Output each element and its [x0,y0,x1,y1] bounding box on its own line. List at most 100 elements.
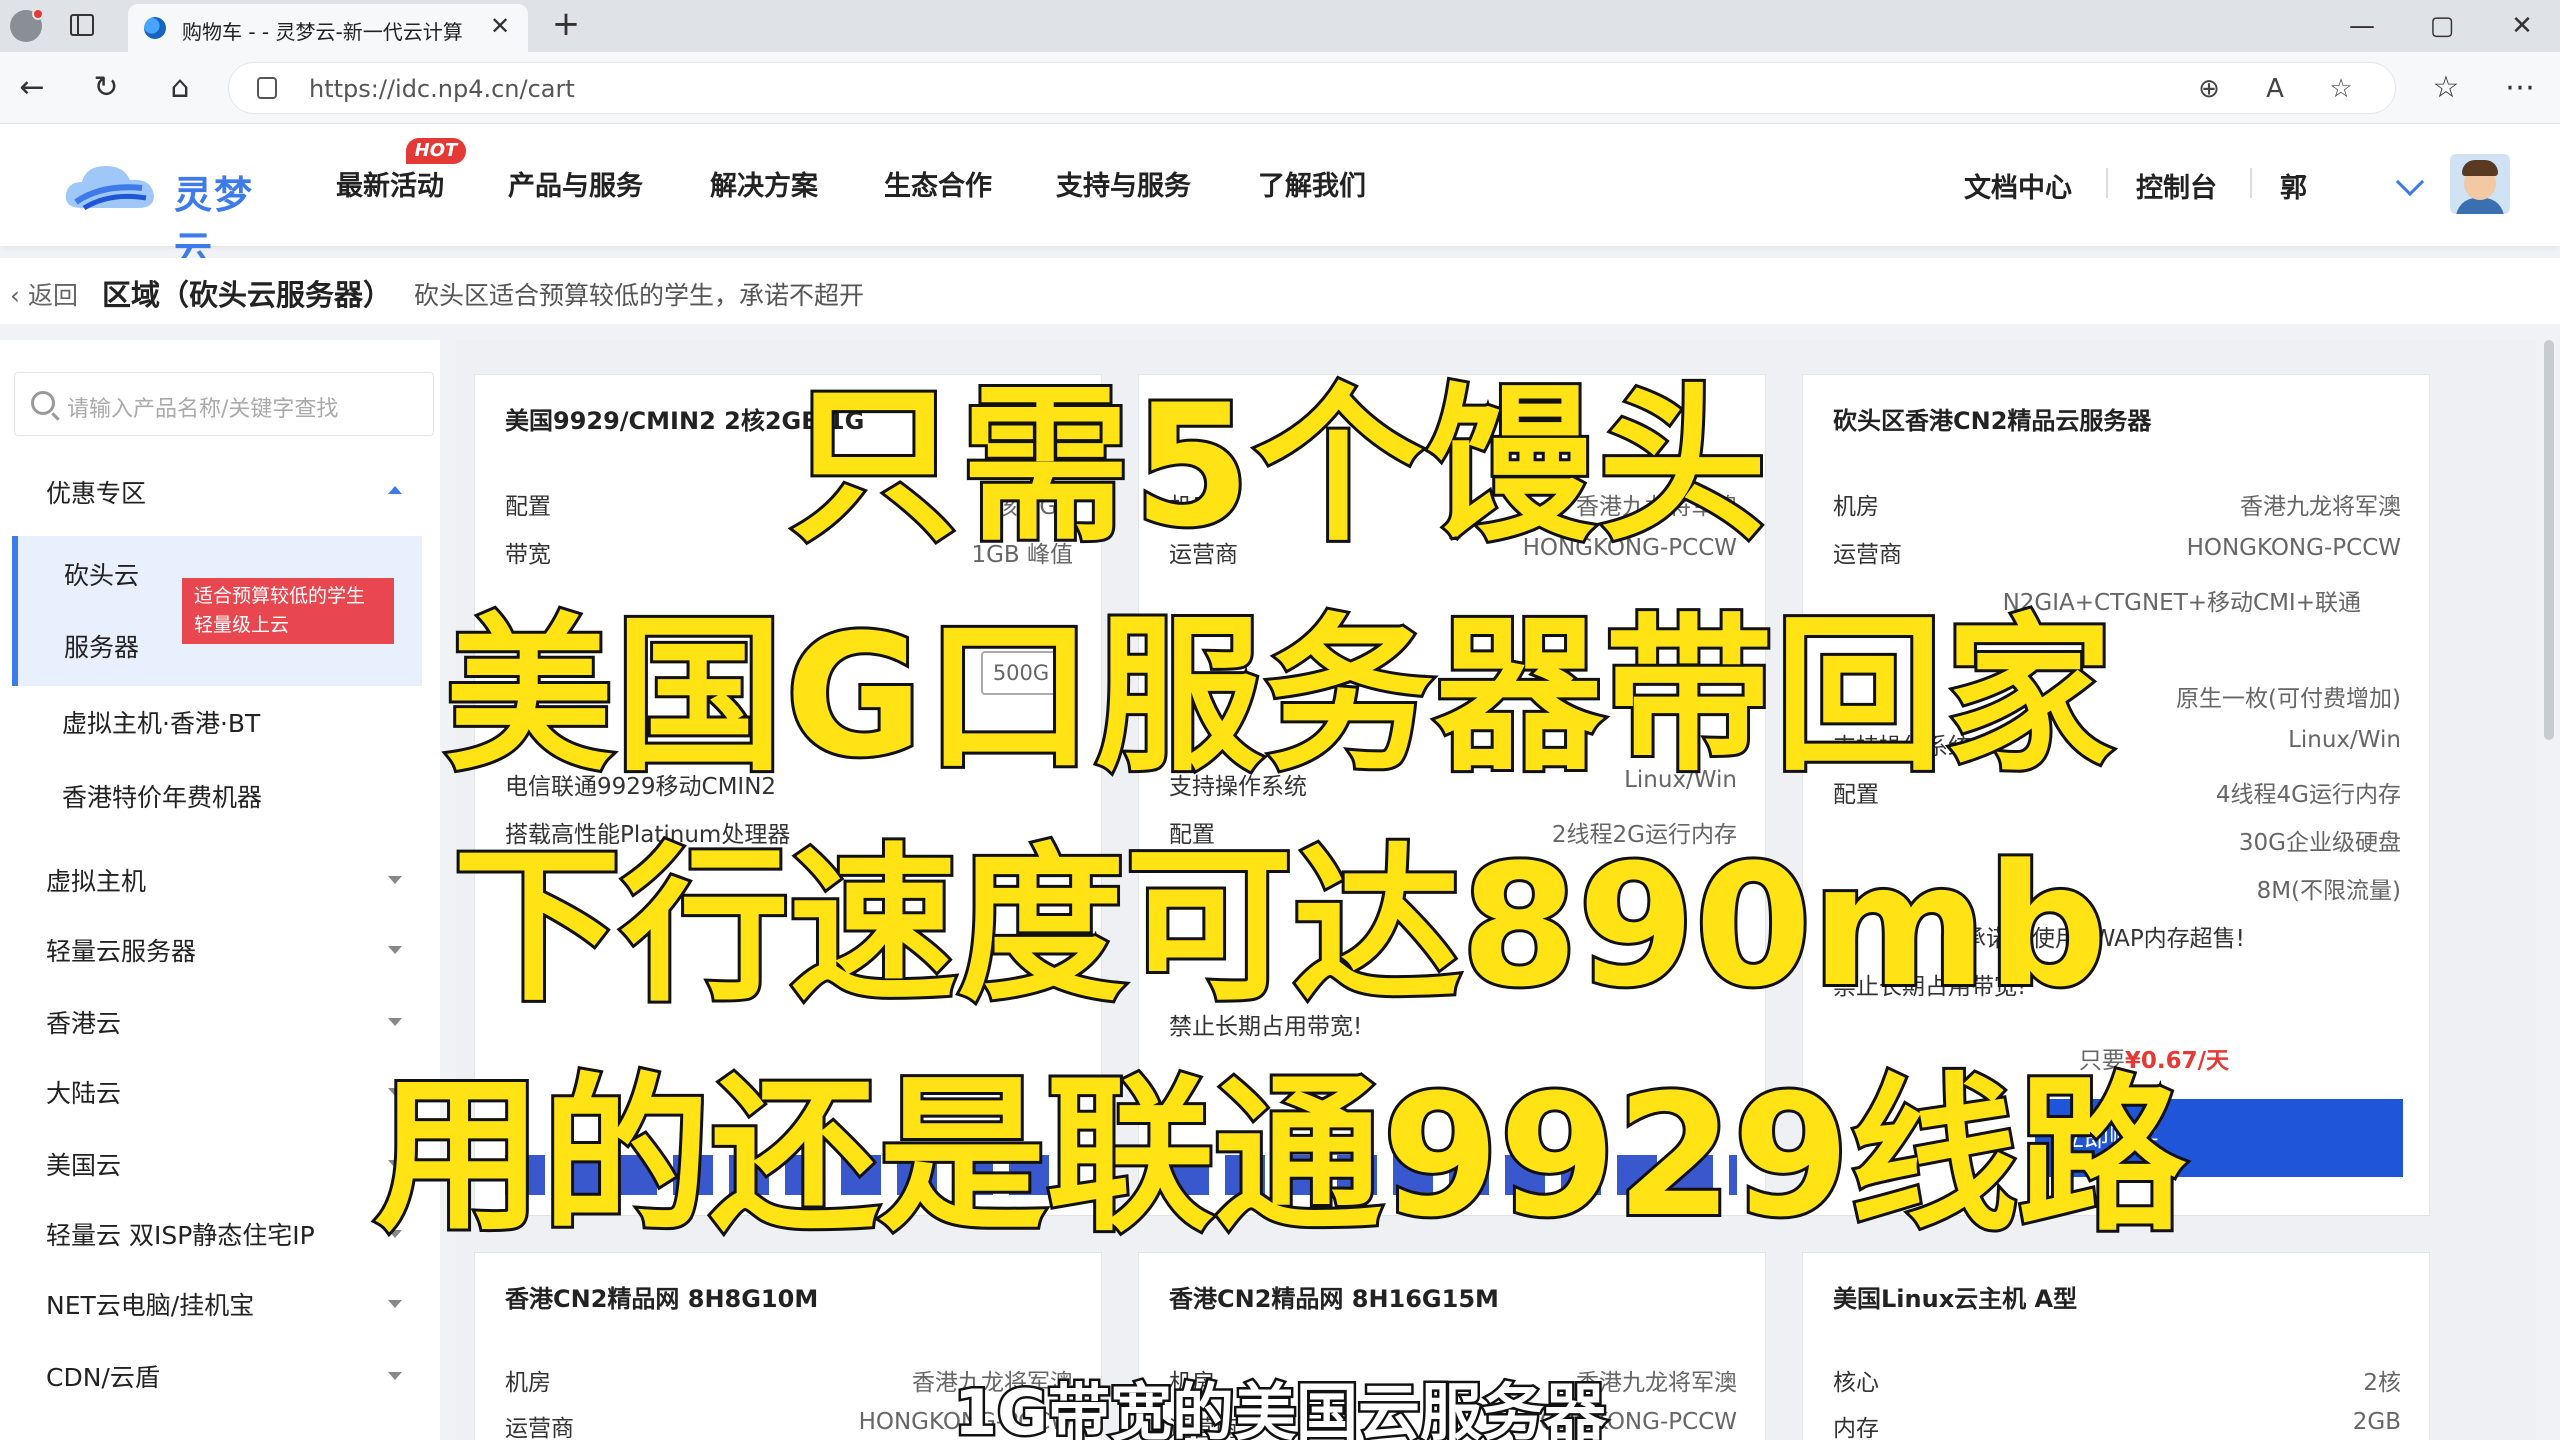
spec-key: 运营商 [505,1416,574,1440]
new-tab-button[interactable]: + [548,6,584,42]
sidebar-group-mainland-cloud[interactable]: 大陆云 [46,1074,121,1110]
storage-option[interactable]: 500G [981,651,1061,695]
back-link[interactable]: ‹ 返回 [10,276,78,312]
sidebar-group-hk-cloud[interactable]: 香港云 [46,1004,121,1040]
back-button[interactable]: ← [12,68,52,108]
profile-icon[interactable] [10,8,44,42]
window-minimize-button[interactable]: — [2342,8,2382,44]
nav-latest-activity[interactable]: 最新活动 [336,164,444,203]
spec-row: 配置 4线程4G运行内存 [1833,775,2401,809]
chevron-down-icon[interactable] [388,1372,402,1380]
sidebar-item-hk-annual[interactable]: 香港特价年费机器 [62,778,262,814]
sidebar-group-virtual-host[interactable]: 虚拟主机 [46,862,146,898]
card-note: 电信联通9929移动CMIN2 [505,774,777,800]
chevron-down-icon[interactable] [388,1018,402,1026]
search-placeholder: 请输入产品名称/关键字查找 [67,397,339,422]
cloud-logo-icon [65,166,154,211]
spec-row: 配置 2线程2G运行内存 [1169,815,1737,849]
spec-row: 运营商 HONGKONG-PCCW [1169,535,1737,569]
spec-value: 香港九龙将军澳 [2240,494,2401,520]
product-card[interactable]: 机房 香港九龙将军澳 运营商 HONGKONG-PCCW 支持操作系统 Linu… [1138,374,1766,1216]
tab-close-icon[interactable]: ✕ [486,12,514,40]
buy-now-button[interactable]: 立即购买 [2035,1099,2403,1177]
breadcrumb: ‹ 返回 区域（砍头云服务器） 砍头区适合预算较低的学生，承诺不超开 [0,258,2560,324]
spec-key: 内存 [1833,1416,1879,1440]
spec-value: 2核 2GB [979,494,1073,520]
sidebar-item-virtual-host-hk-bt[interactable]: 虚拟主机·香港·BT [62,704,260,740]
card-title: 香港CN2精品网 8H8G10M [505,1285,819,1313]
buy-button-partial[interactable] [505,1155,1073,1195]
url-field[interactable]: https://idc.np4.cn/cart ⊕ A ☆ [228,62,2396,114]
chevron-down-icon[interactable] [388,1160,402,1168]
lock-icon[interactable] [257,77,277,99]
back-link-label[interactable]: 返回 [28,281,78,310]
spec-value: 1GB 峰值 [971,542,1073,568]
card-note: 承诺不使用SWAP内存超售! [1963,926,2245,952]
chevron-down-icon[interactable] [388,946,402,954]
nav-docs[interactable]: 文档中心 [1964,166,2072,205]
sidebar-item-kantou-cloud[interactable]: 砍头云 服务器 适合预算较低的学生轻量级上云 [12,536,422,686]
chevron-down-icon[interactable] [2395,167,2425,197]
spec-row: 8M(不限流量) [1833,871,2401,905]
site-logo[interactable]: 灵梦云 [62,152,282,272]
zoom-icon[interactable]: ⊕ [2193,73,2225,105]
spec-value: 2线程2G运行内存 [1551,822,1737,848]
browser-tab-active[interactable]: 购物车 - - 灵梦云-新一代云计算服 ✕ [128,4,528,52]
buy-button-partial[interactable] [1169,1155,1737,1195]
tab-title: 购物车 - - 灵梦云-新一代云计算服 [182,20,462,44]
nav-separator [2106,168,2108,198]
spec-row: 支持操作系统 Linux/Win [1169,767,1737,801]
spec-row: 内存 2GB [1833,1409,2401,1440]
user-name[interactable]: 郭 [2280,166,2307,205]
chevron-up-icon[interactable] [388,486,402,494]
sidebar-group-cdn[interactable]: CDN/云盾 [46,1358,160,1394]
spec-row: 配置 2核 2GB [505,487,1073,521]
home-button[interactable]: ⌂ [160,68,200,108]
spec-value: N2GIA+CTGNET+移动CMI+联通 [2002,590,2361,616]
chevron-down-icon[interactable] [388,1088,402,1096]
nav-support[interactable]: 支持与服务 [1056,164,1191,203]
read-aloud-icon[interactable]: A [2259,73,2291,105]
window-close-button[interactable]: ✕ [2502,8,2542,44]
reload-button[interactable]: ↻ [86,68,126,108]
chevron-down-icon[interactable] [388,876,402,884]
product-card[interactable]: 砍头区香港CN2精品云服务器 机房 香港九龙将军澳 运营商 HONGKONG-P… [1802,374,2430,1216]
favorites-icon[interactable]: ☆ [2426,68,2466,108]
tab-actions-icon[interactable] [70,14,94,36]
product-card[interactable]: 美国9929/CMIN2 2核2GB 1G 配置 2核 2GB 带宽 1GB 峰… [474,374,1102,1216]
product-card[interactable]: 香港CN2精品网 8H16G15M 机房 香港九龙将军澳 运营商 HONGKON… [1138,1252,1766,1440]
spec-key: 机房 [1169,494,1215,520]
card-title: 美国9929/CMIN2 2核2GB 1G [505,407,865,435]
nav-ecosystem[interactable]: 生态合作 [884,164,992,203]
avatar[interactable] [2450,154,2510,214]
sidebar-group-discount[interactable]: 优惠专区 [46,474,146,510]
card-note: 禁止长期占用带宽! [1833,974,2027,1000]
sidebar-group-net-pc[interactable]: NET云电脑/挂机宝 [46,1286,254,1322]
sidebar-group-dual-isp[interactable]: 轻量云 双ISP静态住宅IP [46,1216,315,1252]
nav-products[interactable]: 产品与服务 [508,164,643,203]
more-menu-icon[interactable]: ⋯ [2500,68,2540,108]
window-maximize-button[interactable]: ▢ [2422,8,2462,44]
product-card[interactable]: 美国Linux云主机 A型 核心 2核 内存 2GB [1802,1252,2430,1440]
url-text[interactable]: https://idc.np4.cn/cart [309,75,575,103]
sidebar-group-light-cloud[interactable]: 轻量云服务器 [46,932,196,968]
sidebar: 请输入产品名称/关键字查找 优惠专区 砍头云 服务器 适合预算较低的学生轻量级上… [0,340,440,1440]
page-title: 区域（砍头云服务器） [102,278,393,312]
nav-console[interactable]: 控制台 [2136,166,2217,205]
nav-about[interactable]: 了解我们 [1258,164,1366,203]
price-prefix: 只要 [2078,1048,2125,1074]
product-search-input[interactable]: 请输入产品名称/关键字查找 [14,372,434,436]
favorite-star-icon[interactable]: ☆ [2325,73,2357,105]
page-scrollbar[interactable] [2544,340,2554,740]
chevron-down-icon[interactable] [388,1300,402,1308]
spec-key: 带宽 [505,542,551,568]
sidebar-group-us-cloud[interactable]: 美国云 [46,1146,121,1182]
spec-row: 支持操作系统 Linux/Win [1833,727,2401,761]
spec-row: 机房 香港九龙将军澳 [1169,487,1737,521]
chevron-down-icon[interactable] [388,1230,402,1238]
spec-value: 香港九龙将军澳 [1576,494,1737,520]
product-card[interactable]: 香港CN2精品网 8H8G10M 机房 香港九龙将军澳 运营商 HONGKONG… [474,1252,1102,1440]
spec-row: 原生一枚(可付费增加) [1833,679,2401,713]
spec-value: 4线程4G运行内存 [2215,782,2401,808]
nav-solutions[interactable]: 解决方案 [710,164,818,203]
